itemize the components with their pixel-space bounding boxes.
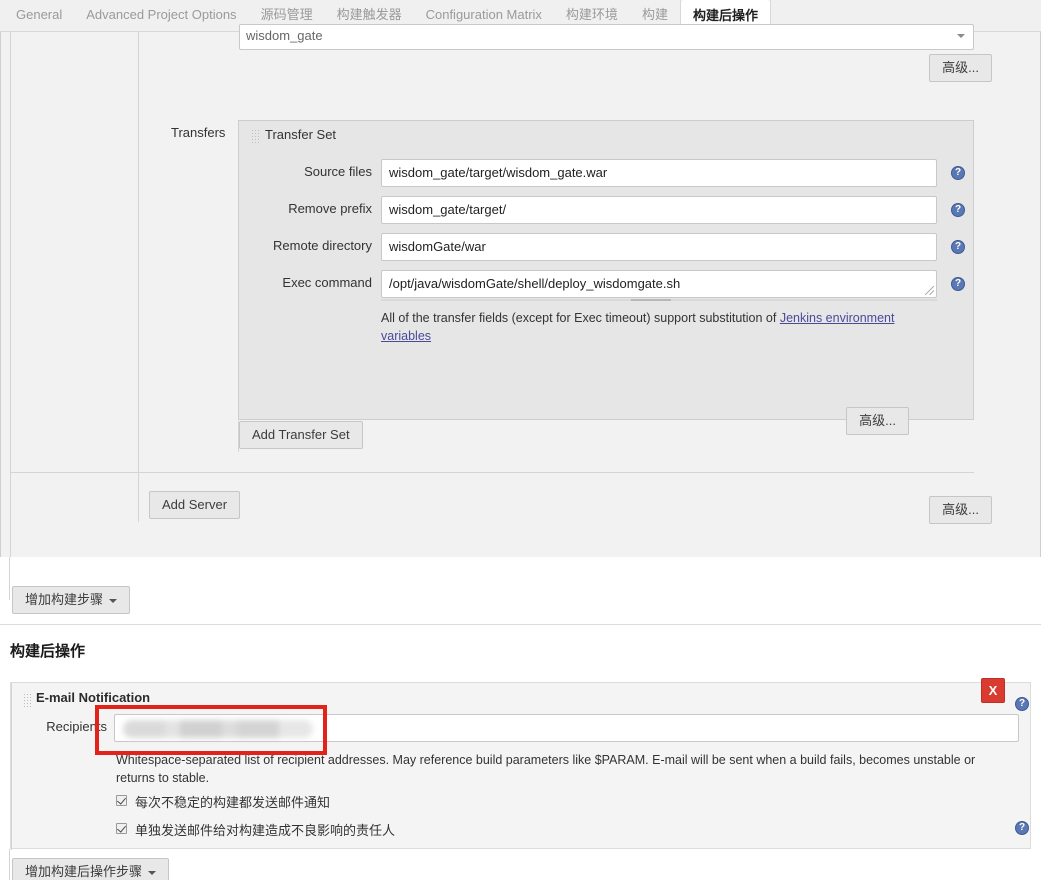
- remove-prefix-input[interactable]: wisdom_gate/target/: [381, 196, 937, 224]
- advanced-button-top[interactable]: 高级...: [929, 54, 992, 82]
- chevron-down-icon: [109, 598, 118, 603]
- server-panel-divider: [11, 472, 974, 473]
- add-post-build-step-label: 增加构建后操作步骤: [25, 864, 143, 879]
- field-row-remove-prefix: Remove prefix wisdom_gate/target/: [239, 196, 975, 232]
- remove-prefix-label: Remove prefix: [288, 201, 372, 216]
- checkbox-unstable-build[interactable]: [116, 795, 127, 806]
- post-build-divider: [0, 624, 1041, 625]
- help-icon-exec-command[interactable]: [951, 277, 965, 291]
- transfer-set-title: Transfer Set: [265, 127, 337, 142]
- advanced-button-publisher[interactable]: 高级...: [929, 496, 992, 524]
- publisher-label-column: [11, 32, 139, 522]
- tab-general[interactable]: General: [4, 0, 74, 31]
- drag-handle-icon[interactable]: [23, 693, 32, 707]
- checkbox-culprit-notify[interactable]: [116, 823, 127, 834]
- delete-post-build-action-button[interactable]: X: [981, 678, 1005, 703]
- transfers-label: Transfers: [171, 125, 226, 140]
- exec-command-textarea[interactable]: /opt/java/wisdomGate/shell/deploy_wisdom…: [381, 270, 937, 298]
- chevron-down-icon: [957, 34, 965, 38]
- transfer-set: Transfer Set Source files wisdom_gate/ta…: [239, 121, 975, 435]
- checkbox-culprit-notify-label: 单独发送邮件给对构建造成不良影响的责任人: [135, 823, 396, 838]
- add-server-rail: [138, 472, 139, 518]
- add-server-button[interactable]: Add Server: [149, 491, 241, 519]
- exec-command-value: /opt/java/wisdomGate/shell/deploy_wisdom…: [389, 276, 681, 291]
- build-step-rail: [9, 557, 10, 600]
- resize-handle-icon[interactable]: [925, 286, 934, 295]
- advanced-button-transfer-set[interactable]: 高级...: [846, 407, 909, 435]
- drag-handle-icon[interactable]: [251, 129, 260, 143]
- remote-directory-input[interactable]: wisdomGate/war: [381, 233, 937, 261]
- exec-command-label: Exec command: [282, 275, 372, 290]
- server-name-value: wisdom_gate: [246, 28, 323, 43]
- transfers-panel: Transfer Set Source files wisdom_gate/ta…: [238, 120, 975, 435]
- add-build-step-label: 增加构建步骤: [25, 592, 104, 607]
- help-icon-source-files[interactable]: [951, 166, 965, 180]
- build-steps-footer: 增加构建步骤: [0, 557, 1041, 623]
- field-row-exec-command: Exec command /opt/java/wisdomGate/shell/…: [239, 270, 975, 306]
- email-help-text: Whitespace-separated list of recipient a…: [116, 753, 976, 785]
- post-build-step-rail: [9, 849, 10, 880]
- checkbox-unstable-build-label: 每次不稳定的构建都发送邮件通知: [135, 795, 331, 810]
- email-notification-title: E-mail Notification: [36, 690, 151, 705]
- jenkins-job-config-page: General Advanced Project Options 源码管理 构建…: [0, 0, 1041, 880]
- remote-directory-label: Remote directory: [273, 238, 372, 253]
- help-icon-culprit-notify[interactable]: [1015, 821, 1029, 835]
- field-row-remote-directory: Remote directory wisdomGate/war: [239, 233, 975, 269]
- email-block-rail: [11, 683, 12, 850]
- add-post-build-step-button[interactable]: 增加构建后操作步骤: [12, 858, 170, 880]
- help-icon-remove-prefix[interactable]: [951, 203, 965, 217]
- exec-command-underline: [381, 299, 937, 301]
- transfer-note-text: All of the transfer fields (except for E…: [381, 311, 780, 325]
- post-build-section-title: 构建后操作: [10, 643, 86, 660]
- annotation-rectangle: [95, 705, 327, 755]
- transfer-fields-note: All of the transfer fields (except for E…: [381, 309, 933, 345]
- source-files-label: Source files: [304, 164, 372, 179]
- field-row-source-files: Source files wisdom_gate/target/wisdom_g…: [239, 159, 975, 195]
- source-files-input[interactable]: wisdom_gate/target/wisdom_gate.war: [381, 159, 937, 187]
- add-build-step-button[interactable]: 增加构建步骤: [12, 586, 131, 614]
- ssh-publisher-panel: wisdom_gate 高级... Transfers Transfer Set…: [0, 24, 1041, 557]
- config-page-body: wisdom_gate 高级... Transfers Transfer Set…: [0, 24, 1041, 880]
- chevron-down-icon: [148, 870, 157, 875]
- help-icon-remote-directory[interactable]: [951, 240, 965, 254]
- help-icon-email-notification[interactable]: [1015, 697, 1029, 711]
- add-transfer-set-button[interactable]: Add Transfer Set: [239, 421, 363, 449]
- server-name-field[interactable]: wisdom_gate: [239, 24, 974, 50]
- tab-advanced-project-options[interactable]: Advanced Project Options: [74, 0, 248, 31]
